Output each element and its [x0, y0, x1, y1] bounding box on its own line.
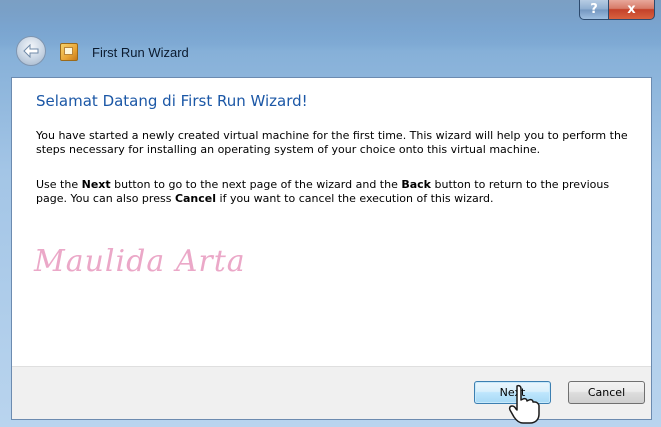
window-title: First Run Wizard — [92, 45, 189, 60]
wizard-footer: Next Cancel — [12, 366, 651, 419]
instructions-paragraph: Use the Next button to go to the next pa… — [36, 178, 642, 206]
page-heading: Selamat Datang di First Run Wizard! — [36, 92, 308, 110]
watermark-text: Maulida Arta — [34, 244, 246, 279]
instructions-back-word: Back — [401, 178, 432, 191]
wizard-page: Selamat Datang di First Run Wizard! You … — [11, 77, 652, 420]
instructions-text-1: Use the — [36, 178, 82, 191]
wizard-app-icon — [60, 43, 78, 61]
intro-paragraph: You have started a newly created virtual… — [36, 129, 628, 156]
instructions-text-2: button to go to the next page of the wiz… — [110, 178, 402, 191]
caption-buttons: ? x — [579, 0, 655, 20]
hand-cursor-icon — [508, 384, 540, 424]
cancel-button[interactable]: Cancel — [568, 381, 645, 404]
instructions-text-4: if you want to cancel the execution of t… — [216, 192, 494, 205]
back-arrow-icon — [23, 44, 39, 58]
close-button[interactable]: x — [609, 0, 655, 20]
back-button[interactable] — [16, 36, 46, 66]
help-button[interactable]: ? — [579, 0, 609, 20]
window-frame: ? x First Run Wizard Selamat Datang di F… — [0, 0, 661, 427]
instructions-cancel-word: Cancel — [174, 192, 217, 205]
instructions-next-word: Next — [81, 178, 111, 191]
